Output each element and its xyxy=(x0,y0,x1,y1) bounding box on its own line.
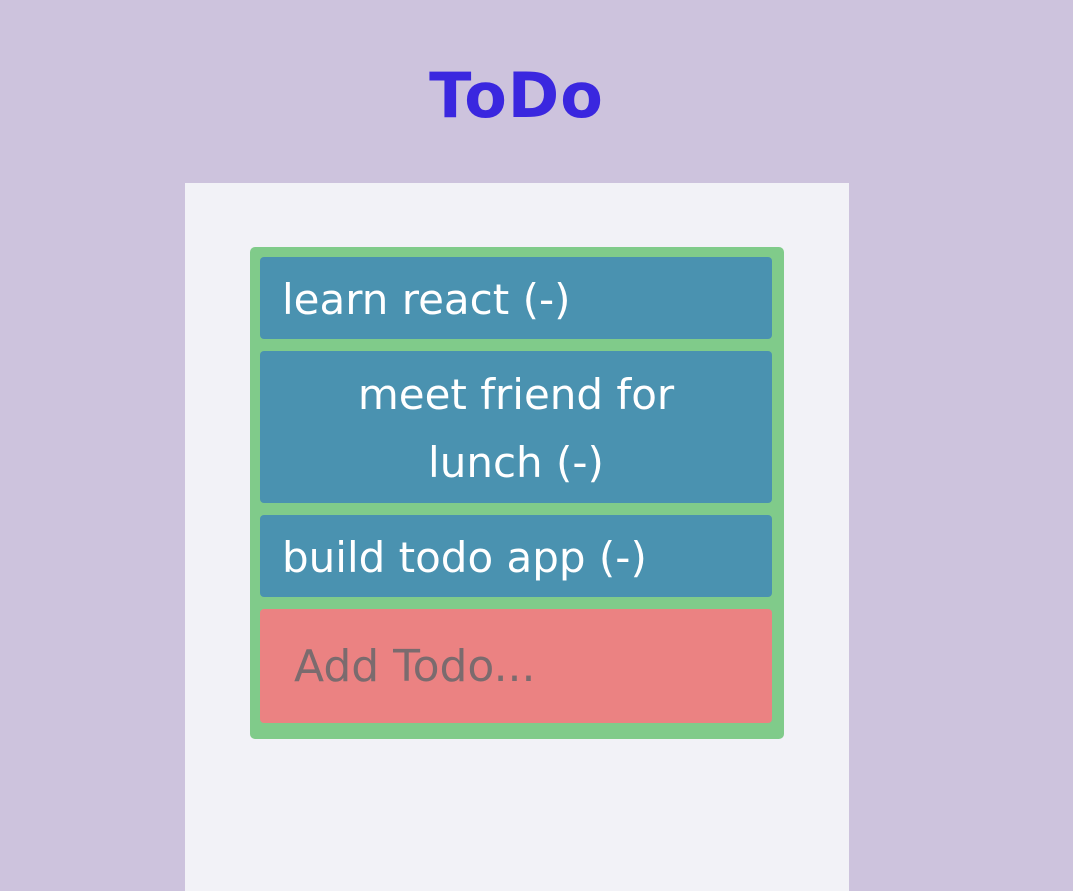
todo-item[interactable]: learn react (-) xyxy=(260,257,772,339)
todo-panel: learn react (-) meet friend for lunch (-… xyxy=(185,183,849,891)
todo-list: learn react (-) meet friend for lunch (-… xyxy=(250,247,784,739)
todo-item[interactable]: build todo app (-) xyxy=(260,515,772,597)
add-todo-input[interactable] xyxy=(260,609,772,723)
todo-item[interactable]: meet friend for lunch (-) xyxy=(260,351,772,503)
page-title: ToDo xyxy=(429,59,604,132)
